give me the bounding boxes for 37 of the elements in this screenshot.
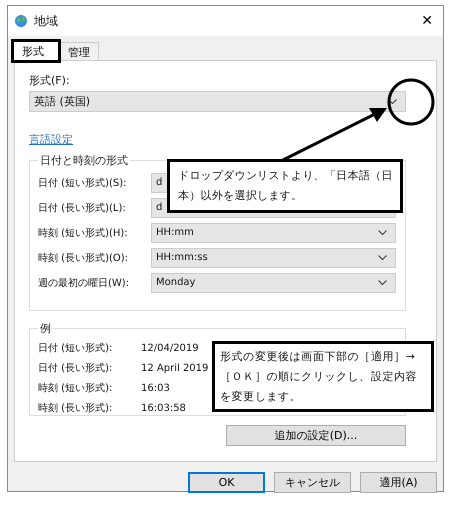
field-label: 形式(F):	[29, 73, 71, 88]
circle-annotation-icon	[386, 77, 436, 127]
tab[interactable]: 管理	[59, 42, 99, 60]
dropdown[interactable]: 英語 (英国)	[29, 91, 406, 112]
field-label: 時刻 (短い形式):	[38, 382, 114, 395]
example-value: 16:03	[141, 382, 170, 394]
close-button[interactable]: ✕	[417, 13, 437, 29]
group-title: 日付と時刻の形式	[39, 153, 129, 168]
additional-settings-button[interactable]: 追加の設定(D)...	[226, 425, 406, 446]
dropdown[interactable]: Monday	[151, 272, 396, 292]
annotation-tooltip: ドロップダウンリストより、「日本語（日本）以外を選択します。	[167, 159, 403, 213]
highlight-frame	[11, 39, 61, 63]
field-label: 時刻 (長い形式)(O):	[38, 252, 130, 264]
ok-button[interactable]: OK	[188, 472, 265, 493]
field-label: 日付 (短い形式)(S):	[38, 176, 128, 190]
apply-button[interactable]: 適用(A)	[360, 472, 437, 493]
group-title: 例	[39, 321, 52, 336]
globe-icon	[14, 14, 28, 28]
chevron-down-icon	[388, 99, 397, 104]
field-label: 日付 (長い形式)(L):	[38, 202, 127, 214]
dropdown[interactable]: HH:mm	[151, 222, 396, 242]
chevron-down-icon	[378, 255, 387, 260]
example-value: 12 April 2019	[141, 362, 208, 374]
annotation-tooltip: 形式の変更後は画面下部の［適用］→［ＯＫ］の順にクリックし、設定内容を変更します。	[212, 341, 434, 412]
chevron-down-icon	[378, 230, 387, 235]
field-label: 日付 (短い形式):	[38, 342, 114, 355]
language-settings-link[interactable]: 言語設定	[29, 132, 73, 147]
example-value: 16:03:58	[141, 402, 186, 414]
field-label: 週の最初の曜日(W):	[38, 276, 130, 290]
window-title: 地域	[34, 12, 59, 30]
field-label: 時刻 (長い形式):	[38, 402, 114, 415]
cancel-button[interactable]: キャンセル	[274, 472, 351, 493]
field-label: 日付 (長い形式):	[38, 362, 114, 375]
example-value: 12/04/2019	[141, 342, 199, 354]
field-label: 時刻 (短い形式)(H):	[38, 226, 129, 240]
chevron-down-icon	[378, 280, 387, 285]
dropdown[interactable]: HH:mm:ss	[151, 248, 396, 268]
